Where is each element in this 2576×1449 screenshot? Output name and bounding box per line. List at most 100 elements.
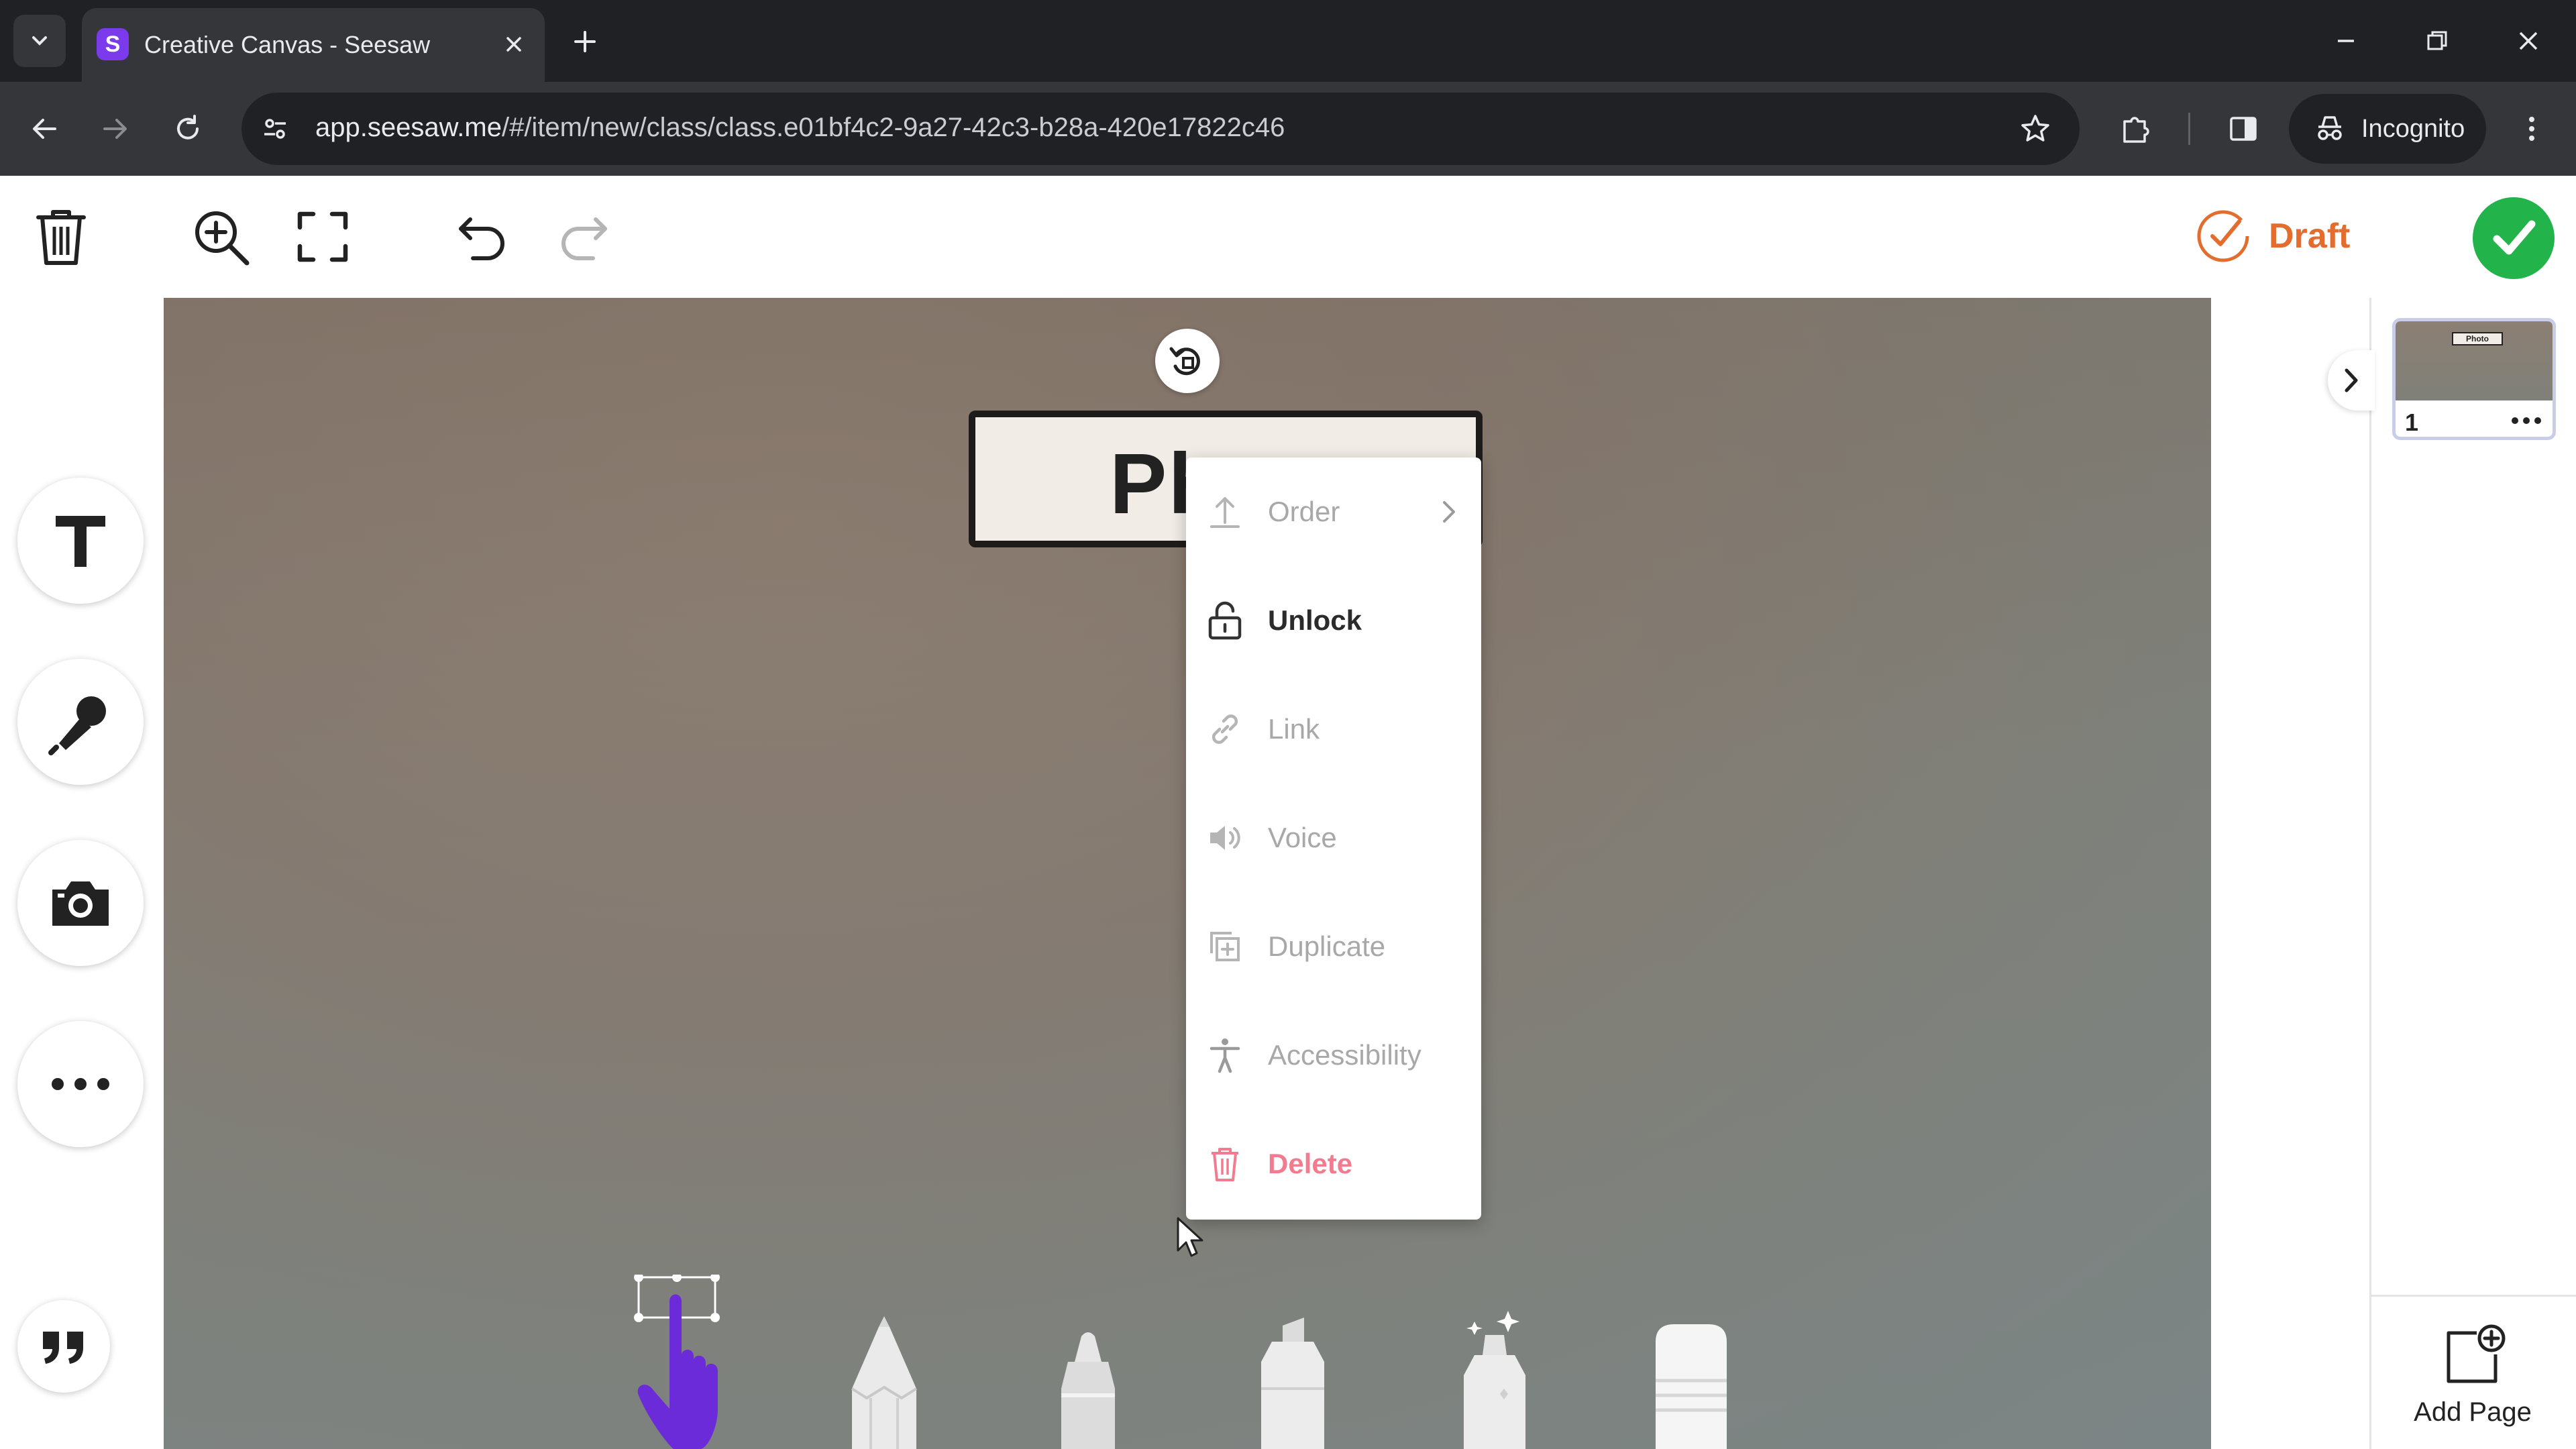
puzzle-icon — [2123, 117, 2149, 143]
restore-button[interactable] — [2407, 15, 2467, 67]
plus-icon — [574, 31, 596, 52]
side-panel-icon — [2230, 117, 2257, 141]
trash-icon — [36, 210, 86, 265]
redo-button[interactable] — [547, 200, 621, 274]
minimize-button[interactable] — [2316, 15, 2376, 67]
mouse-cursor-icon — [1177, 1217, 1203, 1257]
browser-toolbar: app.seesaw.me/#/item/new/class/class.e01… — [0, 82, 2576, 176]
link-icon — [1205, 709, 1245, 749]
menu-item-unlock[interactable]: Unlock — [1186, 566, 1481, 675]
menu-item-label: Link — [1268, 713, 1320, 745]
menu-item-accessibility[interactable]: Accessibility — [1186, 1001, 1481, 1110]
chevron-right-icon — [1436, 498, 1462, 525]
url-text: app.seesaw.me/#/item/new/class/class.e01… — [315, 113, 1285, 143]
reload-icon — [177, 115, 199, 140]
restore-icon — [2427, 31, 2447, 50]
glitter-tool[interactable] — [1448, 1308, 1542, 1449]
site-info-button[interactable] — [255, 109, 295, 149]
redo-icon — [561, 217, 607, 260]
extensions-button[interactable] — [2109, 102, 2163, 156]
more-tools-button[interactable] — [17, 1021, 144, 1147]
close-icon — [506, 37, 521, 52]
pencil-icon — [851, 1316, 918, 1449]
menu-item-duplicate[interactable]: Duplicate — [1186, 892, 1481, 1001]
menu-item-order[interactable]: Order — [1186, 458, 1481, 566]
chevron-down-icon — [32, 36, 47, 46]
close-icon — [2519, 32, 2538, 50]
thumbnail-label: Photo — [2452, 332, 2503, 345]
tab-title: Creative Canvas - Seesaw — [144, 31, 431, 58]
microphone-icon — [48, 696, 106, 755]
side-panel-button[interactable] — [2216, 102, 2270, 156]
incognito-indicator[interactable]: Incognito — [2289, 94, 2486, 164]
undo-button[interactable] — [445, 200, 519, 274]
page-number: 1 — [2405, 409, 2419, 436]
browser-tab-active[interactable]: S Creative Canvas - Seesaw — [82, 8, 545, 82]
menu-item-label: Duplicate — [1268, 930, 1386, 962]
quote-icon — [43, 1332, 83, 1364]
app-toolbar: Draft — [0, 176, 2576, 298]
voice-tool-button[interactable] — [17, 659, 144, 785]
minimize-icon — [2338, 40, 2354, 42]
pointer-tool[interactable] — [633, 1273, 741, 1449]
window-close-button[interactable] — [2498, 15, 2559, 67]
add-page-button[interactable]: Add Page — [2369, 1295, 2576, 1449]
marker-icon — [1261, 1318, 1324, 1449]
crayon-icon — [1061, 1332, 1115, 1449]
glitter-pen-icon — [1464, 1311, 1525, 1449]
tab-search-button[interactable] — [13, 15, 66, 67]
url-host: app.seesaw.me — [315, 113, 502, 142]
page-options-button[interactable] — [2510, 407, 2543, 434]
screen: S Creative Canvas - Seesaw app.seesaw.me… — [0, 0, 2576, 1449]
page-thumbnail[interactable]: Photo 1 — [2392, 318, 2556, 440]
menu-item-label: Voice — [1268, 822, 1337, 853]
duplicate-icon — [1205, 926, 1245, 967]
trash-button[interactable] — [24, 200, 98, 274]
bookmark-button[interactable] — [2015, 109, 2055, 149]
more-horizontal-icon — [52, 1078, 109, 1090]
trash-icon — [1205, 1144, 1245, 1184]
tab-close-button[interactable] — [498, 28, 530, 60]
chevron-right-icon — [2345, 368, 2358, 392]
quote-button[interactable] — [17, 1300, 110, 1393]
camera-icon — [52, 881, 109, 926]
add-page-icon — [2447, 1324, 2506, 1383]
marker-tool[interactable] — [1249, 1315, 1336, 1449]
fullscreen-button[interactable] — [286, 200, 360, 274]
add-page-label: Add Page — [2414, 1397, 2532, 1427]
tune-icon — [264, 119, 286, 139]
fullscreen-icon — [297, 211, 348, 262]
hand-pointer-icon — [634, 1273, 720, 1449]
submit-button[interactable] — [2473, 197, 2555, 279]
camera-tool-button[interactable] — [17, 840, 144, 966]
expand-panel-button[interactable] — [2328, 350, 2375, 411]
more-vertical-icon — [2529, 117, 2534, 141]
browser-menu-button[interactable] — [2505, 102, 2559, 156]
menu-item-delete[interactable]: Delete — [1186, 1110, 1481, 1218]
text-tool-button[interactable] — [17, 478, 144, 604]
address-bar[interactable]: app.seesaw.me/#/item/new/class/class.e01… — [241, 93, 2080, 165]
accessibility-icon — [1205, 1035, 1245, 1075]
rotate-icon — [1169, 347, 1200, 376]
menu-item-link[interactable]: Link — [1186, 675, 1481, 784]
rotate-handle[interactable] — [1155, 329, 1220, 393]
crayon-tool[interactable] — [1048, 1328, 1128, 1449]
undo-icon — [459, 217, 504, 260]
incognito-icon — [2318, 116, 2342, 140]
page-thumbnail-image: Photo — [2396, 321, 2553, 400]
menu-item-label: Unlock — [1268, 604, 1362, 636]
zoom-in-button[interactable] — [184, 200, 258, 274]
draft-status[interactable]: Draft — [2195, 199, 2350, 274]
back-button[interactable] — [17, 102, 71, 156]
eraser-tool[interactable] — [1648, 1322, 1735, 1449]
pencil-tool[interactable] — [844, 1315, 924, 1449]
forward-button[interactable] — [89, 102, 142, 156]
menu-item-voice[interactable]: Voice — [1186, 784, 1481, 892]
reload-button[interactable] — [161, 102, 215, 156]
context-menu: Order Unlock Link Voice Duplicate Access… — [1186, 458, 1481, 1220]
zoom-in-icon — [195, 211, 250, 266]
new-tab-button[interactable] — [564, 20, 606, 63]
pages-panel — [2369, 298, 2576, 1449]
draft-label: Draft — [2269, 217, 2351, 256]
eraser-icon — [1656, 1324, 1727, 1449]
